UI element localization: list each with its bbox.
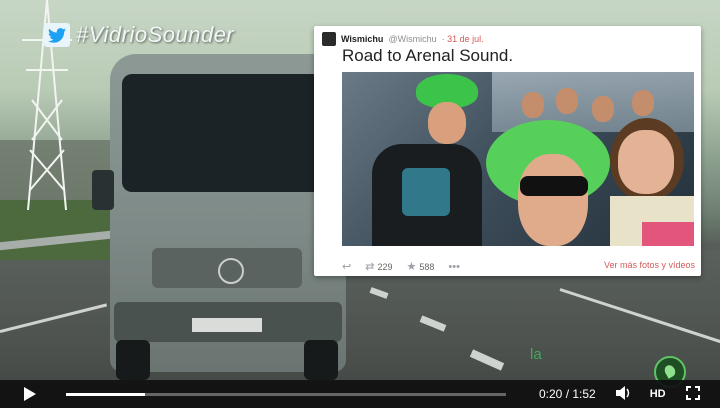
play-button[interactable]	[20, 384, 40, 404]
brand-logo-icon	[218, 258, 244, 284]
tweet-header: Wismichu @Wismichu · 31 de jul.	[322, 32, 484, 46]
hd-button[interactable]: HD	[650, 388, 666, 400]
volume-icon	[615, 385, 629, 400]
more-icon: •••	[448, 260, 460, 273]
twitter-bird-icon	[44, 23, 70, 47]
minibus-mirror	[92, 170, 114, 210]
player-controls: 0:20 / 1:52 HD	[0, 380, 720, 408]
retweet-icon: ⇄	[365, 261, 375, 273]
fullscreen-button[interactable]	[685, 385, 700, 403]
hashtag-overlay: #VidrioSounder	[44, 22, 234, 48]
current-time: 0:20	[539, 387, 563, 401]
play-icon	[24, 387, 36, 401]
tweet-card[interactable]: Wismichu @Wismichu · 31 de jul. Road to …	[314, 26, 701, 276]
fullscreen-icon	[685, 385, 700, 400]
favorite-button[interactable]: ★ 588	[406, 260, 434, 273]
wheel	[116, 340, 150, 380]
passenger-face	[428, 102, 466, 144]
progress-fill	[66, 392, 145, 396]
passenger-face	[618, 130, 674, 194]
pink-clothing	[642, 222, 694, 246]
duration: 1:52	[572, 387, 596, 401]
tweet-author-handle[interactable]: @Wismichu	[388, 34, 436, 44]
more-button[interactable]: •••	[448, 261, 460, 273]
video-frame[interactable]: #VidrioSounder Wismichu @Wismichu · 31 d…	[0, 0, 720, 408]
avatar[interactable]	[322, 32, 336, 46]
more-photos-link[interactable]: Ver más fotos y vídeos	[604, 260, 695, 270]
reply-button[interactable]: ↩	[342, 260, 351, 273]
tweet-actions: ↩ ⇄ 229 ★ 588 •••	[342, 260, 474, 274]
tweet-date[interactable]: · 31 de jul.	[442, 34, 484, 44]
license-plate	[192, 318, 262, 332]
retweet-count: 229	[377, 261, 393, 272]
wheel	[304, 340, 338, 380]
favorite-count: 588	[419, 261, 435, 272]
channel-watermark: la	[530, 346, 542, 363]
star-icon: ★	[406, 261, 417, 273]
time-separator: /	[562, 387, 573, 401]
volume-button[interactable]	[615, 385, 632, 403]
shirt-print	[402, 168, 450, 216]
progress-bar[interactable]	[66, 392, 506, 396]
tweet-text: Road to Arenal Sound.	[342, 46, 514, 65]
tweet-photo[interactable]	[342, 72, 694, 246]
sunglasses	[520, 176, 588, 196]
passenger-face	[518, 154, 588, 246]
reply-icon: ↩	[342, 261, 352, 273]
hashtag-text: #VidrioSounder	[76, 22, 235, 47]
tweet-author-name[interactable]: Wismichu	[341, 34, 383, 44]
minibus-windshield	[122, 74, 332, 192]
retweet-button[interactable]: ⇄ 229	[365, 260, 392, 273]
time-display: 0:20 / 1:52	[539, 387, 596, 401]
